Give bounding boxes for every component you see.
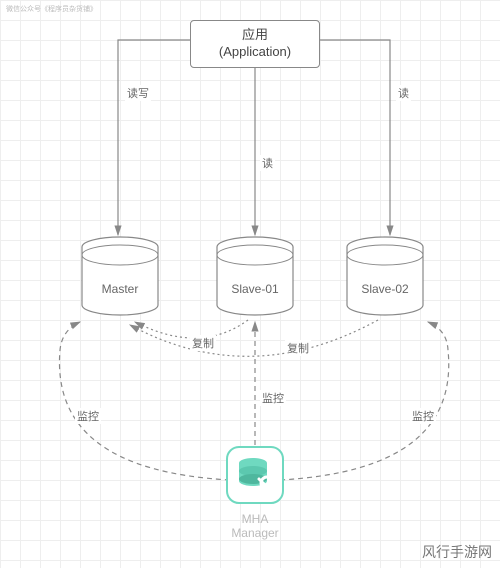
mha-node: MHA Manager (225, 445, 285, 541)
edge-label-mon-slave2: 监控 (410, 408, 436, 424)
slave2-node: Slave-02 (340, 235, 430, 320)
cylinder-icon: Slave-01 (210, 235, 300, 320)
application-label-en: (Application) (195, 44, 315, 61)
edge-label-app-master: 读写 (125, 85, 151, 101)
application-label-cn: 应用 (195, 27, 315, 44)
master-label: Master (102, 282, 139, 296)
slave2-label: Slave-02 (361, 282, 409, 296)
master-node: Master (75, 235, 165, 320)
mha-label-2: Manager (225, 526, 285, 540)
cylinder-icon: Slave-02 (340, 235, 430, 320)
watermark-top-left: 微信公众号《程序员杂货铺》 (6, 4, 97, 14)
edge-label-mon-master: 监控 (75, 408, 101, 424)
edge-label-repl-2: 复制 (285, 340, 311, 356)
application-node: 应用 (Application) (190, 20, 320, 68)
edge-label-repl-1: 复制 (190, 335, 216, 351)
slave1-label: Slave-01 (231, 282, 279, 296)
mha-label-1: MHA (225, 512, 285, 526)
edge-label-mon-slave1: 监控 (260, 390, 286, 406)
watermark-bottom-right: 风行手游网 (422, 542, 492, 562)
edge-label-app-slave2: 读 (396, 85, 411, 101)
edge-label-app-slave1: 读 (260, 155, 275, 171)
mha-icon (225, 445, 285, 505)
cylinder-icon: Master (75, 235, 165, 320)
slave1-node: Slave-01 (210, 235, 300, 320)
